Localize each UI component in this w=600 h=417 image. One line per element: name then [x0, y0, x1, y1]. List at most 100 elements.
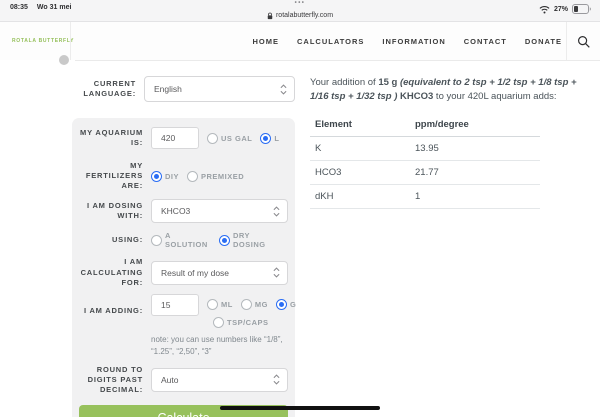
table-row: K 13.95: [310, 137, 540, 161]
language-row: CURRENT LANGUAGE: English: [72, 76, 295, 102]
scroll-indicator[interactable]: [59, 55, 69, 65]
radio-tsp-caps[interactable]: TSP/CAPS: [213, 316, 269, 328]
site-nav: ROTALA BUTTERFLY HOME CALCULATORS INFORM…: [0, 22, 600, 60]
dosing-select[interactable]: KHCO3: [151, 199, 288, 224]
radio-label: G: [289, 300, 297, 310]
rounding-select[interactable]: Auto: [151, 367, 288, 392]
value-cell: 21.77: [415, 166, 439, 178]
adding-row: I AM ADDING: ML MG: [79, 293, 296, 328]
adding-amount-input[interactable]: [151, 293, 199, 316]
table-row: dKH 1: [310, 185, 540, 209]
radio-icon: [151, 234, 162, 246]
col-header-element: Element: [315, 118, 352, 130]
radio-label: ML: [221, 300, 233, 310]
nav-menu: HOME CALCULATORS INFORMATION CONTACT DON…: [253, 22, 562, 60]
value-cell: 1: [415, 190, 421, 202]
result-summary: Your addition of 15 g (equivalent to 2 t…: [310, 77, 577, 103]
aquarium-size-input[interactable]: [151, 127, 199, 149]
radio-label: A SOLUTION: [165, 231, 208, 250]
nav-item-information[interactable]: INFORMATION: [382, 37, 445, 46]
table-row: HCO3 21.77: [310, 161, 540, 185]
calculating-row: I AM CALCULATING FOR: Result of my dose: [79, 257, 288, 287]
rounding-select-value: Auto: [161, 374, 179, 385]
rounding-label: ROUND TO DIGITS PAST DECIMAL:: [87, 364, 143, 394]
radio-mg[interactable]: MG: [240, 299, 268, 311]
radio-icon: [207, 299, 218, 311]
radio-liters[interactable]: L: [260, 132, 280, 144]
calculating-select[interactable]: Result of my dose: [151, 260, 288, 285]
element-cell: K: [315, 142, 322, 154]
radio-dry-dosing[interactable]: DRY DOSING: [218, 231, 280, 250]
radio-label: US GAL: [221, 133, 253, 143]
radio-label: MG: [254, 300, 268, 310]
radio-ml[interactable]: ML: [207, 299, 233, 311]
header-divider: [75, 60, 600, 61]
radio-label: PREMIXED: [201, 171, 245, 181]
language-select[interactable]: English: [144, 76, 295, 102]
adding-note: note: you can use numbers like “1/8”, “1…: [151, 334, 283, 357]
aquarium-row: MY AQUARIUM IS: US GAL L: [79, 127, 288, 149]
battery-icon: [572, 4, 591, 14]
radio-label: L: [274, 133, 280, 143]
address-bar[interactable]: rotalabutterfly.com: [267, 11, 333, 21]
radio-label: TSP/CAPS: [227, 317, 269, 327]
ipad-safari-screen: 08:35 Wo 31 mei ••• rotalabutterfly.com …: [0, 0, 600, 417]
dosing-select-value: KHCO3: [161, 206, 191, 217]
select-stepper-icon: [273, 206, 280, 217]
nav-item-home[interactable]: HOME: [253, 37, 280, 46]
radio-icon: [275, 299, 287, 311]
radio-label: DIY: [165, 171, 180, 181]
nav-divider-right: [566, 22, 567, 60]
radio-icon: [260, 132, 272, 144]
dosing-row: I AM DOSING WITH: KHCO3: [79, 199, 288, 224]
using-label: USING:: [111, 235, 143, 245]
nav-divider-left: [70, 22, 71, 60]
home-indicator[interactable]: [220, 406, 380, 410]
calculating-label: I AM CALCULATING FOR:: [80, 257, 143, 287]
dosing-label: I AM DOSING WITH:: [86, 201, 143, 221]
radio-icon: [151, 170, 162, 182]
select-stepper-icon: [273, 267, 280, 278]
aquarium-label: MY AQUARIUM IS:: [80, 127, 143, 147]
battery-percent: 27%: [553, 5, 568, 13]
nav-item-contact[interactable]: CONTACT: [464, 37, 507, 46]
select-stepper-icon: [273, 374, 280, 385]
url-text: rotalabutterfly.com: [275, 12, 334, 19]
site-logo[interactable]: ROTALA BUTTERFLY: [12, 38, 74, 44]
col-header-ppm: ppm/degree: [415, 118, 469, 130]
radio-premixed[interactable]: PREMIXED: [187, 170, 245, 182]
nav-item-calculators[interactable]: CALCULATORS: [297, 37, 364, 46]
radio-diy[interactable]: DIY: [151, 170, 180, 182]
status-bar: 08:35 Wo 31 mei ••• rotalabutterfly.com …: [0, 0, 600, 22]
using-row: USING: A SOLUTION DRY DOSING: [79, 231, 288, 249]
fertilizers-label: MY FERTILIZERS ARE:: [85, 161, 143, 191]
radio-g[interactable]: G: [275, 299, 297, 311]
language-select-value: English: [154, 84, 182, 94]
tab-overview-dots[interactable]: •••: [0, 0, 600, 7]
radio-icon: [187, 170, 199, 182]
result-table: Element ppm/degree K 13.95 HCO3 21.77 dK…: [310, 113, 540, 209]
radio-us-gal[interactable]: US GAL: [207, 132, 253, 144]
wifi-icon: [539, 5, 550, 14]
radio-icon: [218, 234, 230, 246]
radio-a-solution[interactable]: A SOLUTION: [151, 231, 211, 249]
lock-icon: [267, 12, 273, 20]
element-cell: dKH: [315, 190, 334, 202]
value-cell: 13.95: [415, 142, 439, 154]
element-cell: HCO3: [315, 166, 342, 178]
nav-item-donate[interactable]: DONATE: [525, 37, 562, 46]
calculating-select-value: Result of my dose: [161, 267, 230, 278]
table-header-row: Element ppm/degree: [310, 113, 540, 137]
fertilizers-row: MY FERTILIZERS ARE: DIY PREMIXED: [79, 161, 288, 191]
select-stepper-icon: [280, 83, 287, 95]
radio-label: DRY DOSING: [232, 231, 266, 250]
results-column: Your addition of 15 g (equivalent to 2 t…: [310, 76, 582, 209]
rounding-row: ROUND TO DIGITS PAST DECIMAL: Auto: [79, 365, 288, 395]
radio-icon: [207, 132, 218, 144]
language-label: CURRENT LANGUAGE:: [83, 78, 136, 98]
calculator-form-panel: MY AQUARIUM IS: US GAL L MY FERTILIZERS …: [72, 118, 296, 417]
search-icon[interactable]: [577, 35, 591, 49]
radio-icon: [213, 316, 224, 328]
adding-label: I AM ADDING:: [83, 305, 143, 315]
radio-icon: [240, 299, 252, 311]
